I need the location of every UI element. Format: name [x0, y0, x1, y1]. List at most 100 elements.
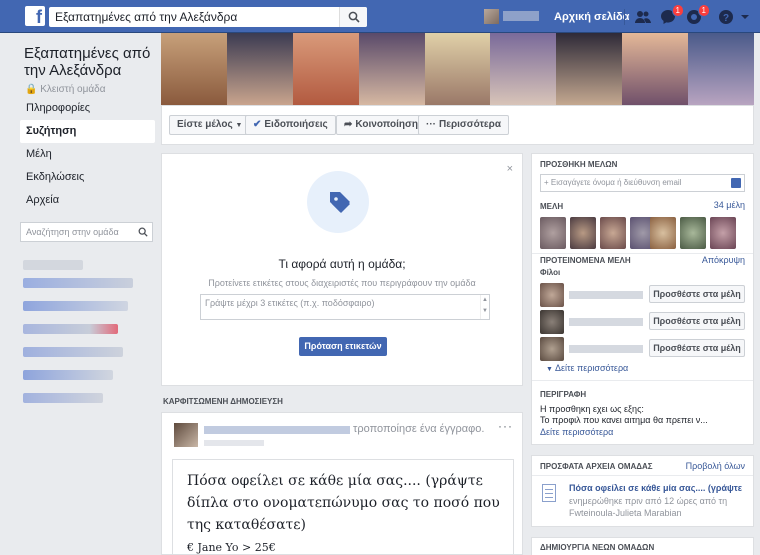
chevron-down-icon: ▼ [235, 122, 243, 129]
add-member-button[interactable]: Προσθέστε στα μέλη [649, 285, 745, 303]
post-timestamp-redacted[interactable] [204, 440, 264, 446]
profile-name-redacted[interactable] [503, 11, 539, 21]
post-options-icon[interactable]: ··· [498, 419, 513, 433]
scrollbar[interactable]: ▲ ▼ [480, 295, 489, 319]
add-member-placeholder: Εισαγάγετε όνομα ή διεύθυνση email [550, 178, 682, 187]
nav-item-events[interactable]: Εκδηλώσεις [20, 166, 155, 189]
contact-book-icon[interactable] [731, 178, 741, 188]
members-heading: ΜΕΛΗ [540, 202, 564, 211]
suggested-members-heading: ΠΡΟΤΕΙΝΟΜΕΝΑ ΜΕΛΗ [540, 256, 631, 265]
description-see-more[interactable]: Δείτε περισσότερα [540, 427, 613, 437]
file-title-link[interactable]: Πόσα οφείλει σε κάθε μία σας.... (γράψτε [569, 483, 742, 493]
divider [532, 253, 753, 254]
group-action-bar: Είστε μέλος ▼ ✔ Ειδοποιήσεις ➦ Κοινοποίηση… [161, 105, 754, 145]
document-preview[interactable]: Πόσα οφείλει σε κάθε μία σας.... (γράψτε… [172, 459, 514, 555]
group-privacy: 🔒 Κλειστή ομάδα [25, 84, 106, 95]
search-button[interactable] [339, 7, 367, 27]
suggested-avatar[interactable] [540, 337, 564, 361]
shortcut-item-redacted[interactable] [23, 324, 118, 334]
see-more-suggested[interactable]: ▼ Δείτε περισσότερα [546, 363, 628, 373]
friend-requests-icon[interactable] [634, 9, 652, 25]
post-action-text: τροποποίησε ένα έγγραφο. [353, 423, 485, 435]
nav-item-files[interactable]: Αρχεία [20, 189, 155, 212]
tag-icon [330, 192, 350, 213]
author-avatar[interactable] [174, 423, 198, 447]
shortcut-item-redacted[interactable] [23, 370, 113, 380]
friends-label: Φίλοι [540, 268, 561, 277]
nav-item-members[interactable]: Μέλη [20, 143, 155, 166]
add-member-input[interactable]: + Εισαγάγετε όνομα ή διεύθυνση email [540, 174, 745, 192]
group-search-field[interactable] [20, 222, 153, 242]
more-button[interactable]: ··· Περισσότερα [418, 115, 509, 135]
facebook-logo[interactable]: f [25, 6, 45, 26]
home-link[interactable]: Αρχική σελίδα [554, 11, 629, 23]
messages-icon[interactable]: 1 [660, 4, 684, 25]
suggested-name-redacted[interactable] [569, 291, 643, 299]
left-sidebar: Εξαπατημένες από την Αλεξάνδρα 🔒 Κλειστή… [0, 33, 155, 555]
nav-item-about[interactable]: Πληροφορίες [20, 97, 155, 120]
member-avatar[interactable] [540, 217, 566, 249]
suggested-avatar[interactable] [540, 310, 564, 334]
author-name-redacted[interactable] [204, 426, 350, 434]
tags-subtitle: Προτείνετε ετικέτες στους διαχειριστές π… [208, 278, 476, 288]
create-groups-panel: ΔΗΜΙΟΥΡΓΙΑ ΝΕΩΝ ΟΜΑΔΩΝ [531, 537, 754, 555]
member-avatar[interactable] [680, 217, 706, 249]
recent-files-heading: ΠΡΟΣΦΑΤΑ ΑΡΧΕΙΑ ΟΜΑΔΑΣ [540, 462, 653, 471]
tags-heading: Τι αφορά αυτή η ομάδα; [278, 257, 406, 271]
document-icon [542, 484, 556, 502]
member-avatar[interactable] [650, 217, 676, 249]
group-search-input[interactable] [21, 223, 129, 241]
recent-files-panel: ΠΡΟΣΦΑΤΑ ΑΡΧΕΙΑ ΟΜΑΔΑΣ Προβολή όλων Πόσα… [531, 455, 754, 527]
nav-item-discussion[interactable]: Συζήτηση [20, 120, 155, 143]
create-groups-heading: ΔΗΜΙΟΥΡΓΙΑ ΝΕΩΝ ΟΜΑΔΩΝ [540, 543, 655, 552]
tags-input[interactable]: Γράψτε μέχρι 3 ετικέτες (π.χ. ποδόσφαιρο… [200, 294, 490, 320]
tag-illustration [307, 171, 369, 233]
more-dots-icon: ··· [426, 119, 436, 130]
group-cover-photo[interactable] [161, 33, 755, 105]
suggested-name-redacted[interactable] [569, 318, 643, 326]
shortcut-item-redacted[interactable] [23, 260, 83, 270]
members-count-link[interactable]: 34 μέλη [714, 200, 745, 210]
notifications-button[interactable]: ✔ Ειδοποιήσεις [245, 115, 336, 135]
suggested-name-redacted[interactable] [569, 345, 643, 353]
help-icon[interactable]: ? [718, 9, 736, 25]
suggested-avatar[interactable] [540, 283, 564, 307]
see-more-suggested-label[interactable]: Δείτε περισσότερα [555, 363, 628, 373]
add-member-button[interactable]: Προσθέστε στα μέλη [649, 339, 745, 357]
divider [532, 475, 753, 476]
profile-avatar[interactable] [484, 9, 499, 24]
share-button[interactable]: ➦ Κοινοποίηση [336, 115, 426, 135]
hide-suggestions-link[interactable]: Απόκρυψη [702, 255, 745, 265]
shortcut-item-redacted[interactable] [23, 278, 133, 288]
tags-input-placeholder: Γράψτε μέχρι 3 ετικέτες (π.χ. ποδόσφαιρο… [205, 298, 375, 308]
suggest-tags-button[interactable]: Πρόταση ετικετών [299, 337, 387, 356]
chevron-down-icon: ▼ [546, 366, 553, 373]
group-navigation: Πληροφορίες Συζήτηση Μέλη Εκδηλώσεις Αρχ… [20, 97, 155, 212]
search-input-value[interactable]: Εξαπατημένες από την Αλεξάνδρα [55, 10, 237, 24]
joined-button[interactable]: Είστε μέλος ▼ [169, 115, 251, 135]
shortcut-item-redacted[interactable] [23, 393, 103, 403]
search-input[interactable]: Εξαπατημένες από την Αλεξάνδρα [49, 7, 367, 27]
view-all-files-link[interactable]: Προβολή όλων [686, 461, 745, 471]
description-line-2: Το προφιλ που κανει αιτημα θα πρεπει ν..… [540, 415, 708, 425]
notifications-icon[interactable]: 1 [686, 4, 710, 25]
member-avatar[interactable] [600, 217, 626, 249]
close-icon[interactable]: × [507, 163, 513, 175]
file-meta-2: Fwteinoula-Julieta Marabian [569, 508, 682, 518]
shortcut-item-redacted[interactable] [23, 301, 128, 311]
group-name[interactable]: Εξαπατημένες από την Αλεξάνδρα [24, 45, 154, 79]
search-icon [348, 11, 360, 23]
shortcut-item-redacted[interactable] [23, 347, 123, 357]
notifications-button-label: Ειδοποιήσεις [264, 119, 328, 130]
document-title: Πόσα οφείλει σε κάθε μία σας.... (γράψτε… [187, 473, 500, 533]
top-navigation-bar: f Εξαπατημένες από την Αλεξάνδρα Αρχική … [0, 0, 760, 33]
divider [532, 380, 753, 381]
member-avatar[interactable] [710, 217, 736, 249]
description-heading: ΠΕΡΙΓΡΑΦΗ [540, 390, 587, 399]
joined-button-label: Είστε μέλος [177, 119, 233, 130]
search-icon [138, 227, 148, 237]
add-member-button[interactable]: Προσθέστε στα μέλη [649, 312, 745, 330]
chevron-down-icon[interactable] [740, 9, 750, 25]
svg-text:?: ? [723, 13, 729, 24]
member-avatar[interactable] [570, 217, 596, 249]
